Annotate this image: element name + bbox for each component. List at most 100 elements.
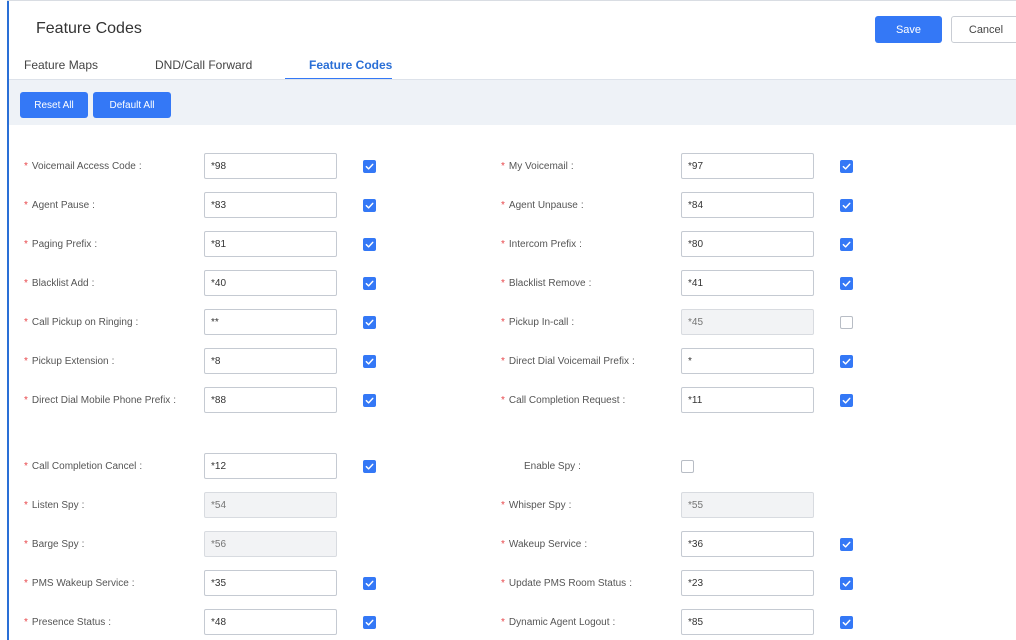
required-asterisk: * (24, 278, 28, 289)
update-pms-room-status-input[interactable] (681, 570, 814, 596)
whisper-spy-input (681, 492, 814, 518)
update-pms-room-status-checkbox[interactable] (840, 577, 853, 590)
presence-status-label-text: Presence Status (31, 617, 106, 628)
agent-unpause-checkbox[interactable] (840, 199, 853, 212)
call-completion-cancel-checkbox[interactable] (363, 460, 376, 473)
my-voicemail-input[interactable] (681, 153, 814, 179)
wakeup-service-label-text: Wakeup Service (508, 539, 582, 550)
direct-dial-mobile-phone-prefix-checkbox[interactable] (363, 394, 376, 407)
checkmark-icon (365, 279, 374, 288)
checkmark-icon (842, 279, 851, 288)
label-colon: : (138, 161, 142, 172)
pickup-extension-label: * Pickup Extension: (24, 350, 114, 373)
label-colon: : (570, 161, 574, 172)
call-completion-request-checkbox[interactable] (840, 394, 853, 407)
paging-prefix-label: * Paging Prefix: (24, 233, 97, 256)
checkmark-icon (365, 357, 374, 366)
checkmark-icon (842, 201, 851, 210)
save-button[interactable]: Save (875, 16, 942, 43)
default-all-button[interactable]: Default All (93, 92, 171, 118)
direct-dial-voicemail-prefix-checkbox[interactable] (840, 355, 853, 368)
checkmark-icon (842, 618, 851, 627)
checkmark-icon (365, 618, 374, 627)
required-asterisk: * (501, 395, 505, 406)
voicemail-access-code-checkbox[interactable] (363, 160, 376, 173)
presence-status-checkbox[interactable] (363, 616, 376, 629)
page-title: Feature Codes (36, 20, 142, 37)
my-voicemail-label: * My Voicemail: (501, 155, 574, 178)
cancel-button[interactable]: Cancel (951, 16, 1016, 43)
paging-prefix-label-text: Paging Prefix (31, 239, 92, 250)
pickup-in-call-checkbox[interactable] (840, 316, 853, 329)
tab-feature-maps[interactable]: Feature Maps (24, 58, 98, 72)
blacklist-add-label: * Blacklist Add: (24, 272, 94, 295)
required-asterisk: * (24, 461, 28, 472)
presence-status-input[interactable] (204, 609, 337, 635)
pickup-extension-checkbox[interactable] (363, 355, 376, 368)
label-colon: : (135, 317, 139, 328)
blacklist-add-checkbox[interactable] (363, 277, 376, 290)
agent-pause-input[interactable] (204, 192, 337, 218)
call-pickup-on-ringing-input[interactable] (204, 309, 337, 335)
blacklist-remove-label: * Blacklist Remove: (501, 272, 591, 295)
agent-pause-label-text: Agent Pause (31, 200, 90, 211)
voicemail-access-code-input[interactable] (204, 153, 337, 179)
pickup-extension-input[interactable] (204, 348, 337, 374)
dynamic-agent-logout-label-text: Dynamic Agent Logout (508, 617, 610, 628)
wakeup-service-checkbox[interactable] (840, 538, 853, 551)
blacklist-remove-input[interactable] (681, 270, 814, 296)
call-completion-request-label-text: Call Completion Request (508, 395, 620, 406)
call-completion-request-label: * Call Completion Request: (501, 389, 625, 412)
tab-feature-codes[interactable]: Feature Codes (309, 58, 392, 72)
blacklist-remove-label-text: Blacklist Remove (508, 278, 586, 289)
listen-spy-label: * Listen Spy: (24, 494, 84, 517)
paging-prefix-checkbox[interactable] (363, 238, 376, 251)
checkmark-icon (842, 357, 851, 366)
call-pickup-on-ringing-checkbox[interactable] (363, 316, 376, 329)
label-colon: : (131, 578, 135, 589)
direct-dial-mobile-phone-prefix-label-text: Direct Dial Mobile Phone Prefix (31, 395, 171, 406)
pms-wakeup-service-checkbox[interactable] (363, 577, 376, 590)
direct-dial-mobile-phone-prefix-input[interactable] (204, 387, 337, 413)
call-completion-cancel-input[interactable] (204, 453, 337, 479)
reset-all-button[interactable]: Reset All (20, 92, 88, 118)
agent-unpause-label-text: Agent Unpause (508, 200, 578, 211)
blacklist-add-input[interactable] (204, 270, 337, 296)
required-asterisk: * (501, 578, 505, 589)
tab-dnd-call-forward[interactable]: DND/Call Forward (155, 58, 252, 72)
direct-dial-voicemail-prefix-label: * Direct Dial Voicemail Prefix: (501, 350, 635, 373)
presence-status-label: * Presence Status: (24, 611, 111, 634)
pickup-in-call-label-text: Pickup In-call (508, 317, 569, 328)
required-asterisk: * (501, 317, 505, 328)
direct-dial-voicemail-prefix-input[interactable] (681, 348, 814, 374)
intercom-prefix-input[interactable] (681, 231, 814, 257)
label-colon: : (111, 356, 115, 367)
agent-pause-checkbox[interactable] (363, 199, 376, 212)
label-colon: : (92, 200, 95, 211)
paging-prefix-input[interactable] (204, 231, 337, 257)
checkmark-icon (365, 201, 374, 210)
intercom-prefix-label: * Intercom Prefix: (501, 233, 582, 256)
dynamic-agent-logout-input[interactable] (681, 609, 814, 635)
intercom-prefix-checkbox[interactable] (840, 238, 853, 251)
checkmark-icon (365, 579, 374, 588)
label-colon: : (580, 200, 584, 211)
pickup-in-call-input (681, 309, 814, 335)
blacklist-add-label-text: Blacklist Add (31, 278, 89, 289)
listen-spy-input (204, 492, 337, 518)
my-voicemail-checkbox[interactable] (840, 160, 853, 173)
checkmark-icon (842, 162, 851, 171)
barge-spy-label: * Barge Spy: (24, 533, 84, 556)
my-voicemail-label-text: My Voicemail (508, 161, 568, 172)
label-colon: : (173, 395, 177, 406)
dynamic-agent-logout-checkbox[interactable] (840, 616, 853, 629)
label-colon: : (108, 617, 112, 628)
enable-spy-checkbox[interactable] (681, 460, 694, 473)
call-completion-request-input[interactable] (681, 387, 814, 413)
pickup-in-call-label: * Pickup In-call: (501, 311, 574, 334)
checkmark-icon (842, 579, 851, 588)
pms-wakeup-service-input[interactable] (204, 570, 337, 596)
agent-unpause-input[interactable] (681, 192, 814, 218)
blacklist-remove-checkbox[interactable] (840, 277, 853, 290)
wakeup-service-input[interactable] (681, 531, 814, 557)
